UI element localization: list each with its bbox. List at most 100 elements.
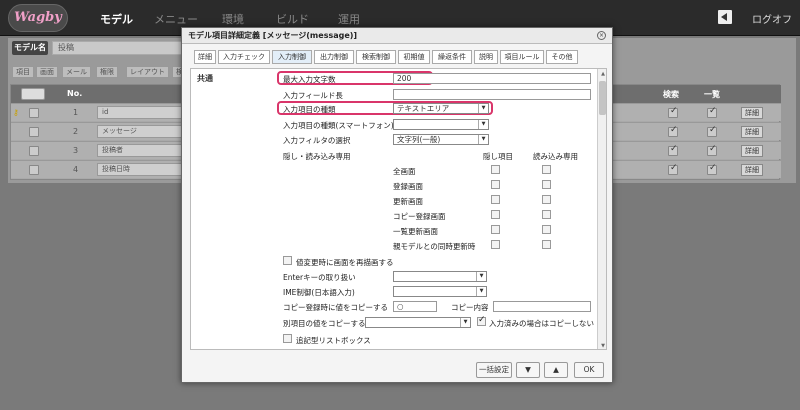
list-checkbox[interactable] — [707, 106, 717, 118]
hidden-row-label: 親モデルとの同時更新時 — [393, 242, 476, 251]
row-checkbox[interactable] — [29, 146, 39, 156]
logout-icon[interactable] — [718, 10, 732, 24]
subtab-items[interactable]: 項目 — [12, 66, 34, 78]
content-scrollbar[interactable]: ▲ ▼ — [597, 69, 606, 349]
hidden-checkbox[interactable] — [491, 225, 500, 234]
readonly-checkbox[interactable] — [542, 195, 551, 204]
subtab-mail[interactable]: メール — [62, 66, 91, 78]
hidden-row-label: 更新画面 — [393, 197, 423, 206]
hidden-row-label: コピー登録画面 — [393, 212, 446, 221]
adaptive-listbox-checkbox[interactable] — [283, 334, 292, 343]
enter-key-select[interactable]: ▼ — [393, 271, 487, 282]
chevron-down-icon: ▼ — [476, 272, 486, 281]
scroll-down-icon[interactable]: ▼ — [598, 341, 606, 349]
copy-on-copy-label: コピー登録時に値をコピーする — [283, 303, 388, 312]
row-id-input[interactable]: 投稿者 — [97, 144, 183, 157]
model-name-input[interactable]: 投稿 — [52, 41, 192, 55]
search-checkbox[interactable] — [668, 163, 678, 175]
readonly-checkbox[interactable] — [542, 240, 551, 249]
tab-search-control[interactable]: 検索制御 — [356, 50, 396, 64]
copy-content-input[interactable] — [493, 301, 591, 312]
subtab-layout[interactable]: レイアウト — [126, 66, 169, 78]
list-checkbox[interactable] — [707, 125, 717, 137]
move-down-button[interactable]: ▼ — [516, 362, 540, 378]
search-checkbox[interactable] — [668, 106, 678, 118]
nav-environment[interactable]: 環境 — [222, 11, 244, 27]
copy-content-label: コピー内容 — [451, 303, 489, 312]
row-checkbox[interactable] — [29, 165, 39, 175]
tab-input-control[interactable]: 入力制御 — [272, 50, 312, 64]
readonly-checkbox[interactable] — [542, 225, 551, 234]
row-id-input[interactable]: id — [97, 106, 183, 119]
nav-build[interactable]: ビルド — [276, 11, 309, 27]
input-type-value: テキストエリア — [397, 104, 450, 113]
row-id-input[interactable]: 投稿日時 — [97, 163, 183, 176]
tab-other[interactable]: その他 — [546, 50, 578, 64]
nav-menu[interactable]: メニュー — [154, 11, 198, 27]
row-checkbox[interactable] — [29, 127, 39, 137]
move-up-button[interactable]: ▲ — [544, 362, 568, 378]
key-icon: ⚷ — [13, 108, 19, 117]
ok-button[interactable]: OK — [574, 362, 604, 378]
link-filter-icon[interactable] — [21, 88, 45, 100]
enter-key-label: Enterキーの取り扱い — [283, 273, 356, 282]
close-icon[interactable]: × — [597, 31, 606, 40]
copy-other-select[interactable]: ▼ — [365, 317, 471, 328]
tab-input-check[interactable]: 入力チェック — [218, 50, 270, 64]
hidden-checkbox[interactable] — [491, 210, 500, 219]
max-length-input[interactable]: 200 — [393, 73, 591, 84]
subtab-permission[interactable]: 権限 — [96, 66, 118, 78]
list-checkbox[interactable] — [707, 163, 717, 175]
tab-description[interactable]: 説明 — [474, 50, 498, 64]
dialog-title: モデル項目詳細定義 [メッセージ(message)] — [182, 28, 612, 44]
tab-initial-value[interactable]: 初期値 — [398, 50, 430, 64]
batch-setting-button[interactable]: 一括設定 — [476, 362, 512, 378]
readonly-checkbox[interactable] — [542, 180, 551, 189]
chevron-down-icon: ▼ — [478, 120, 488, 129]
search-checkbox[interactable] — [668, 125, 678, 137]
input-type-label: 入力項目の種類 — [283, 105, 336, 114]
detail-button[interactable]: 詳細 — [741, 126, 763, 138]
detail-button[interactable]: 詳細 — [741, 145, 763, 157]
list-checkbox[interactable] — [707, 144, 717, 156]
input-type-sp-select[interactable]: ▼ — [393, 119, 489, 130]
ime-select[interactable]: ▼ — [393, 286, 487, 297]
ime-label: IME制御(日本語入力) — [283, 288, 355, 297]
tab-repeat-condition[interactable]: 繰返条件 — [432, 50, 472, 64]
nav-model[interactable]: モデル — [100, 11, 133, 27]
input-type-sp-label: 入力項目の種類(スマートフォン) — [283, 121, 394, 130]
readonly-checkbox[interactable] — [542, 210, 551, 219]
readonly-checkbox[interactable] — [542, 165, 551, 174]
input-filter-select[interactable]: 文字列(一般) ▼ — [393, 134, 489, 145]
row-checkbox[interactable] — [29, 108, 39, 118]
hidden-row-label: 全画面 — [393, 167, 416, 176]
detail-button[interactable]: 詳細 — [741, 164, 763, 176]
col-search: 検索 — [663, 90, 679, 99]
skip-if-filled-checkbox[interactable] — [477, 315, 486, 326]
tab-output-control[interactable]: 出力制御 — [314, 50, 354, 64]
max-length-label: 最大入力文字数 — [283, 75, 336, 84]
logout-link[interactable]: ログオフ — [752, 11, 792, 26]
subtab-screen[interactable]: 画面 — [36, 66, 58, 78]
scroll-thumb[interactable] — [599, 81, 606, 115]
input-type-select[interactable]: テキストエリア ▼ — [393, 103, 489, 114]
hidden-readonly-label: 隠し・読み込み専用 — [283, 152, 351, 161]
tab-item-rule[interactable]: 項目ルール — [500, 50, 544, 64]
hidden-checkbox[interactable] — [491, 180, 500, 189]
hidden-checkbox[interactable] — [491, 195, 500, 204]
copy-on-copy-input[interactable]: ○ — [393, 301, 437, 312]
col-list: 一覧 — [704, 90, 720, 99]
hidden-checkbox[interactable] — [491, 165, 500, 174]
row-id-input[interactable]: メッセージ — [97, 125, 183, 138]
row-no: 3 — [73, 146, 79, 155]
adaptive-listbox-label: 追記型リストボックス — [296, 336, 371, 345]
redraw-checkbox[interactable] — [283, 256, 292, 265]
nav-operation[interactable]: 運用 — [338, 11, 360, 27]
field-length-input[interactable] — [393, 89, 591, 100]
hidden-row-label: 登録画面 — [393, 182, 423, 191]
hidden-checkbox[interactable] — [491, 240, 500, 249]
scroll-up-icon[interactable]: ▲ — [598, 69, 606, 79]
tab-detail[interactable]: 詳細 — [194, 50, 216, 64]
search-checkbox[interactable] — [668, 144, 678, 156]
detail-button[interactable]: 詳細 — [741, 107, 763, 119]
